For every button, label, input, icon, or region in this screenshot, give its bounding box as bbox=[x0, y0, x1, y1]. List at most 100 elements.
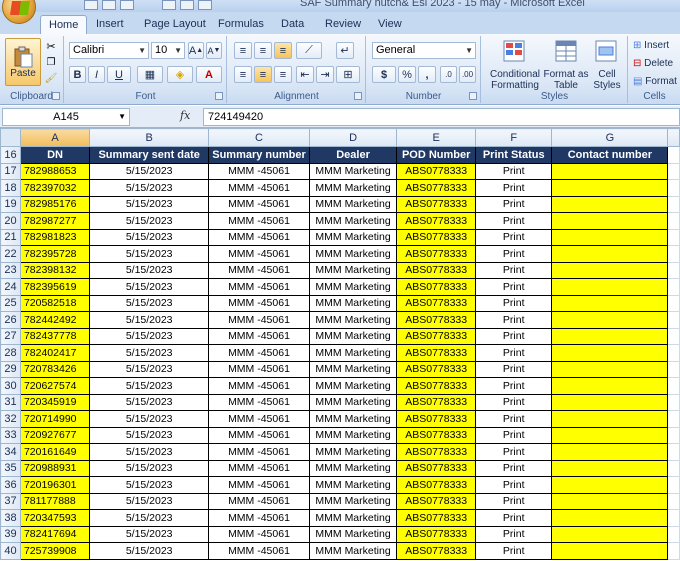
increase-indent-icon[interactable]: ⇥ bbox=[316, 66, 334, 83]
cell-dn[interactable]: 782398132 bbox=[19, 261, 91, 279]
row-number[interactable]: 18 bbox=[0, 179, 21, 197]
cell-print-status[interactable]: Print bbox=[475, 360, 553, 378]
empty-cell[interactable] bbox=[667, 393, 680, 411]
row-number[interactable]: 24 bbox=[0, 278, 21, 296]
cell-summary-number[interactable]: MMM -45061 bbox=[208, 212, 310, 230]
cell-contact-number[interactable] bbox=[551, 542, 669, 560]
cell-dn[interactable]: 720714990 bbox=[19, 410, 91, 428]
row-number[interactable]: 27 bbox=[0, 327, 21, 345]
empty-cell[interactable] bbox=[667, 278, 680, 296]
cell-summary-sent-date[interactable]: 5/15/2023 bbox=[89, 509, 210, 527]
cell-summary-sent-date[interactable]: 5/15/2023 bbox=[89, 492, 210, 510]
tab-review[interactable]: Review bbox=[317, 15, 369, 34]
cell-pod-number[interactable]: ABS0778333 bbox=[396, 179, 477, 197]
cell-pod-number[interactable]: ABS0778333 bbox=[396, 393, 477, 411]
format-cells-button[interactable]: ▤ Format bbox=[633, 76, 677, 87]
merge-center-icon[interactable]: ⊞ bbox=[336, 66, 360, 83]
align-right-icon[interactable]: ≡ bbox=[274, 66, 292, 83]
empty-cell[interactable] bbox=[667, 426, 680, 444]
open-icon[interactable] bbox=[180, 0, 194, 10]
cell-summary-sent-date[interactable]: 5/15/2023 bbox=[89, 410, 210, 428]
cell-contact-number[interactable] bbox=[551, 459, 669, 477]
cell-pod-number[interactable]: ABS0778333 bbox=[396, 344, 477, 362]
empty-cell[interactable] bbox=[667, 195, 680, 213]
bold-button[interactable]: B bbox=[69, 66, 86, 83]
tab-formulas[interactable]: Formulas bbox=[210, 15, 272, 34]
align-left-icon[interactable]: ≡ bbox=[234, 66, 252, 83]
cell-summary-sent-date[interactable]: 5/15/2023 bbox=[89, 393, 210, 411]
insert-function-button[interactable]: fx bbox=[180, 109, 190, 122]
format-as-table-button[interactable]: Format as Table bbox=[542, 69, 590, 91]
cell-summary-sent-date[interactable]: 5/15/2023 bbox=[89, 377, 210, 395]
tab-data[interactable]: Data bbox=[273, 15, 312, 34]
cell-summary-number[interactable]: MMM -45061 bbox=[208, 459, 310, 477]
cell-pod-number[interactable]: ABS0778333 bbox=[396, 410, 477, 428]
cell-dealer[interactable]: MMM Marketing bbox=[308, 294, 398, 312]
cell-pod-number[interactable]: ABS0778333 bbox=[396, 525, 477, 543]
empty-cell[interactable] bbox=[667, 410, 680, 428]
cell-contact-number[interactable] bbox=[551, 525, 669, 543]
row-number[interactable]: 29 bbox=[0, 360, 21, 378]
empty-cell[interactable] bbox=[667, 228, 680, 246]
tab-view[interactable]: View bbox=[370, 15, 410, 34]
cell-summary-sent-date[interactable]: 5/15/2023 bbox=[89, 344, 210, 362]
column-header-g[interactable]: G bbox=[551, 128, 669, 147]
cell-contact-number[interactable] bbox=[551, 443, 669, 461]
align-top-icon[interactable]: ≡ bbox=[234, 42, 252, 59]
cell-print-status[interactable]: Print bbox=[475, 426, 553, 444]
cell-dn[interactable]: 720582518 bbox=[19, 294, 91, 312]
cell-dn[interactable]: 720347593 bbox=[19, 509, 91, 527]
cell-pod-number[interactable]: ABS0778333 bbox=[396, 443, 477, 461]
cell-summary-number[interactable]: MMM -45061 bbox=[208, 542, 310, 560]
cell-dealer[interactable]: MMM Marketing bbox=[308, 311, 398, 329]
cell-summary-number[interactable]: MMM -45061 bbox=[208, 195, 310, 213]
cell-pod-number[interactable]: ABS0778333 bbox=[396, 261, 477, 279]
cell-summary-sent-date[interactable]: 5/15/2023 bbox=[89, 261, 210, 279]
row-number[interactable]: 19 bbox=[0, 195, 21, 213]
cell-dealer[interactable]: MMM Marketing bbox=[308, 509, 398, 527]
cell-dealer[interactable]: MMM Marketing bbox=[308, 278, 398, 296]
cell-dn[interactable]: 725739908 bbox=[19, 542, 91, 560]
cell-print-status[interactable]: Print bbox=[475, 525, 553, 543]
cell-dealer[interactable]: MMM Marketing bbox=[308, 542, 398, 560]
empty-cell[interactable] bbox=[667, 542, 680, 560]
row-number[interactable]: 16 bbox=[0, 146, 21, 164]
cell-dn[interactable]: 782397032 bbox=[19, 179, 91, 197]
header-dn[interactable]: DN bbox=[19, 146, 91, 164]
empty-cell[interactable] bbox=[667, 212, 680, 230]
cell-print-status[interactable]: Print bbox=[475, 294, 553, 312]
tab-page-layout[interactable]: Page Layout bbox=[136, 15, 214, 34]
cell-summary-sent-date[interactable]: 5/15/2023 bbox=[89, 179, 210, 197]
cell-contact-number[interactable] bbox=[551, 278, 669, 296]
borders-icon[interactable]: ▦ bbox=[137, 66, 163, 83]
empty-cell[interactable] bbox=[667, 311, 680, 329]
header-print-status[interactable]: Print Status bbox=[475, 146, 553, 164]
cell-print-status[interactable]: Print bbox=[475, 393, 553, 411]
cell-print-status[interactable]: Print bbox=[475, 492, 553, 510]
cell-summary-number[interactable]: MMM -45061 bbox=[208, 311, 310, 329]
empty-cell[interactable] bbox=[667, 162, 680, 180]
empty-cell[interactable] bbox=[667, 179, 680, 197]
cell-dn[interactable]: 720196301 bbox=[19, 476, 91, 494]
cell-contact-number[interactable] bbox=[551, 162, 669, 180]
cell-summary-number[interactable]: MMM -45061 bbox=[208, 294, 310, 312]
formula-input[interactable]: 724149420 bbox=[203, 108, 680, 126]
cell-summary-sent-date[interactable]: 5/15/2023 bbox=[89, 228, 210, 246]
cell-contact-number[interactable] bbox=[551, 393, 669, 411]
cell-summary-number[interactable]: MMM -45061 bbox=[208, 509, 310, 527]
cell-dn[interactable]: 720161649 bbox=[19, 443, 91, 461]
cell-contact-number[interactable] bbox=[551, 245, 669, 263]
cell-contact-number[interactable] bbox=[551, 179, 669, 197]
cell-print-status[interactable]: Print bbox=[475, 542, 553, 560]
cell-summary-sent-date[interactable]: 5/15/2023 bbox=[89, 525, 210, 543]
orientation-icon[interactable]: ⟋ bbox=[296, 42, 322, 59]
number-launcher-icon[interactable] bbox=[469, 92, 477, 100]
cell-contact-number[interactable] bbox=[551, 492, 669, 510]
cell-contact-number[interactable] bbox=[551, 228, 669, 246]
cell-summary-number[interactable]: MMM -45061 bbox=[208, 377, 310, 395]
row-number[interactable]: 22 bbox=[0, 245, 21, 263]
empty-cell[interactable] bbox=[667, 377, 680, 395]
cell-pod-number[interactable]: ABS0778333 bbox=[396, 195, 477, 213]
cell-contact-number[interactable] bbox=[551, 360, 669, 378]
grow-font-icon[interactable]: A ▲ bbox=[188, 42, 204, 59]
